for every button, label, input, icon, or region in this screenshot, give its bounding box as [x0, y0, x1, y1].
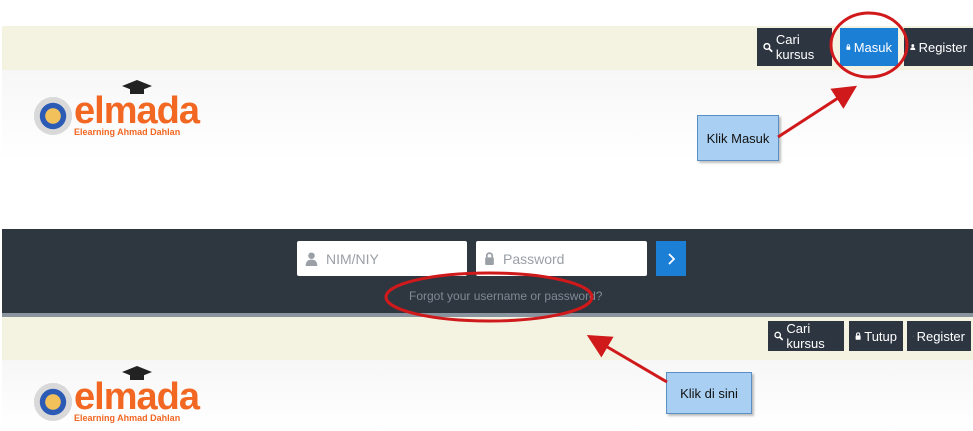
arrow-to-login [777, 85, 858, 139]
annotation-overlay [384, 11, 909, 384]
highlight-circle-forgot [384, 271, 594, 323]
arrow-to-forgot [586, 334, 668, 384]
highlight-circle-login [829, 11, 909, 79]
